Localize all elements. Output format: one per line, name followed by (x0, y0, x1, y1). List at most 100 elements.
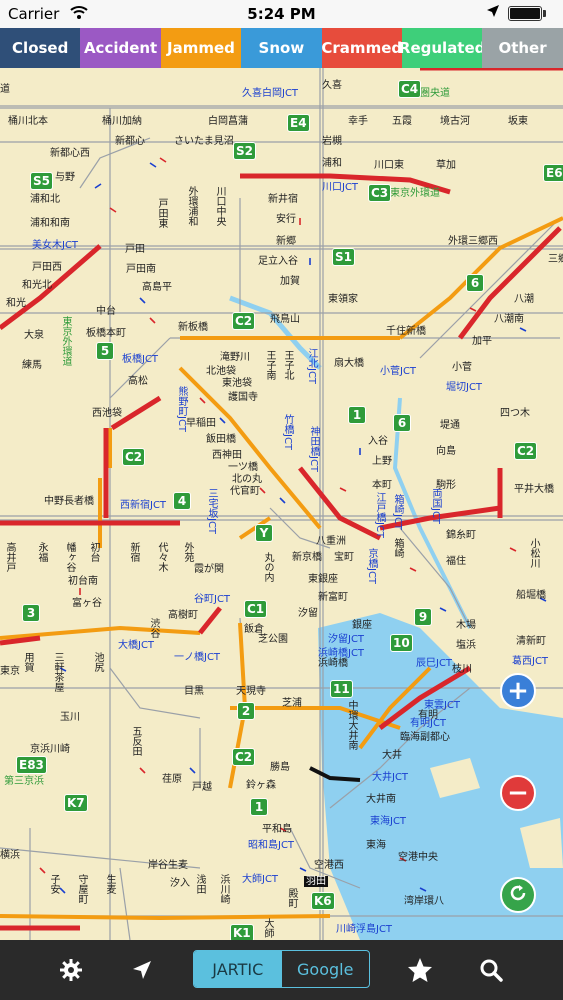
place-label: 三郷 (548, 254, 563, 265)
location-services-icon (486, 4, 500, 22)
traffic-map[interactable]: 道 桶川北本 桶川加納 白岡菖蒲 久喜 幸手 五霞 境古河 坂東 新都心 さいた… (0, 68, 563, 940)
place-label: 新京橋 (292, 552, 322, 563)
traffic-legend: Closed Accident Jammed Snow Crammed Regu… (0, 28, 563, 68)
place-label: さいたま見沼 (174, 136, 234, 147)
jct-label: 江北JCT (306, 348, 317, 385)
place-label: 初台 (88, 542, 99, 562)
place-label: 大井南 (366, 794, 396, 805)
search-button[interactable] (477, 956, 505, 984)
place-label: 西神田 (212, 450, 242, 461)
place-label: 五反田 (130, 726, 141, 756)
bottom-toolbar: JARTIC Google (0, 940, 563, 1000)
place-label: 浜川崎 (218, 874, 229, 904)
place-label: 生麦 (104, 874, 115, 894)
place-label: 岸谷生麦 (148, 860, 188, 871)
place-label: 戸田東 (156, 198, 167, 228)
place-label: 大泉 (24, 330, 44, 341)
place-label: 八潮南 (494, 314, 524, 325)
place-label: 横浜 (0, 850, 20, 861)
ring-road-label: 第三京浜 (4, 776, 44, 787)
route-shield: 9 (414, 608, 432, 626)
place-label: 大井 (382, 750, 402, 761)
jct-label: 三宅坂JCT (206, 488, 217, 535)
place-label: 汐留 (298, 608, 318, 619)
place-label: 芝浦 (282, 698, 302, 709)
place-label: 板橋本町 (86, 328, 126, 339)
route-shield: 1 (250, 798, 268, 816)
place-label: 五霞 (392, 116, 412, 127)
refresh-button[interactable] (500, 877, 536, 913)
place-label: 池尻 (92, 652, 103, 672)
place-label: 川口東 (374, 160, 404, 171)
place-label: 加平 (472, 336, 492, 347)
jct-label: 東海JCT (370, 816, 407, 827)
source-jartic-button[interactable]: JARTIC (194, 951, 282, 987)
place-label: 外環三郷西 (448, 236, 498, 247)
route-shield: Y (255, 524, 273, 542)
jct-label: 有明JCT (410, 718, 447, 729)
place-label: 白岡菖蒲 (208, 116, 248, 127)
locate-button[interactable] (128, 956, 156, 984)
place-label: 子安 (48, 874, 59, 894)
place-label: 四つ木 (500, 408, 530, 419)
place-label: 浦和和南 (30, 218, 70, 229)
jct-label: 熊野町JCT (176, 386, 187, 433)
ring-road-label: 東京外環道 (390, 188, 440, 199)
place-label: 安行 (276, 214, 296, 225)
place-label: 与野 (55, 172, 75, 183)
clock: 5:24 PM (247, 5, 316, 23)
place-label: 桶川加納 (102, 116, 142, 127)
favorites-button[interactable] (406, 956, 434, 984)
place-label: 塩浜 (456, 640, 476, 651)
route-shield: E6 (543, 164, 563, 182)
place-label: 飯倉 (244, 624, 264, 635)
route-shield: K6 (311, 892, 335, 910)
place-label: 境古河 (440, 116, 470, 127)
place-label: 代々木 (156, 542, 167, 572)
jct-label: 板橋JCT (122, 354, 159, 365)
route-shield: C3 (368, 184, 392, 202)
legend-crammed: Crammed (321, 28, 402, 68)
place-label: 高松 (128, 376, 148, 387)
place-label: 幸手 (348, 116, 368, 127)
jct-label: 美女木JCT (32, 240, 79, 251)
place-label: 高樹町 (168, 610, 198, 621)
place-label: 和光北 (22, 280, 52, 291)
place-label: 幡ヶ谷 (64, 542, 75, 572)
place-label: 坂東 (508, 116, 528, 127)
place-label: 宝町 (334, 552, 354, 563)
place-label: 戸田 (125, 244, 145, 255)
place-label: 鈴ヶ森 (246, 780, 276, 791)
route-shield: 1 (348, 406, 366, 424)
place-label: 久喜 (322, 80, 342, 91)
jct-label: 堀切JCT (446, 382, 483, 393)
route-shield: S2 (233, 142, 256, 160)
jct-label: 竹橋JCT (282, 414, 293, 451)
place-label: 永福 (36, 542, 47, 562)
place-label: 王子南 (264, 350, 275, 380)
legend-snow: Snow (241, 28, 322, 68)
place-label: 荏原 (162, 774, 182, 785)
route-shield: C4 (398, 80, 422, 98)
route-shield: C2 (514, 442, 538, 460)
place-label: 東京 (0, 666, 20, 677)
jct-label: 東雲JCT (424, 700, 461, 711)
jct-label: 両国JCT (430, 488, 441, 525)
star-icon (407, 957, 433, 983)
place-label: 入谷 (368, 436, 388, 447)
place-label: 東池袋 (222, 378, 252, 389)
place-label: 早稲田 (186, 418, 216, 429)
jct-label: 汐留JCT (328, 634, 365, 645)
source-google-button[interactable]: Google (282, 951, 370, 987)
settings-button[interactable] (57, 956, 85, 984)
map-source-toggle: JARTIC Google (193, 950, 370, 988)
route-shield: 4 (173, 492, 191, 510)
place-label: 平和島 (262, 824, 292, 835)
zoom-out-button[interactable]: − (500, 775, 536, 811)
route-shield: C1 (244, 600, 268, 618)
zoom-in-button[interactable]: + (500, 673, 536, 709)
place-label: 道 (0, 84, 10, 95)
place-label: 清新町 (516, 636, 546, 647)
airport-label: 羽田 (304, 876, 328, 887)
route-shield: 6 (466, 274, 484, 292)
